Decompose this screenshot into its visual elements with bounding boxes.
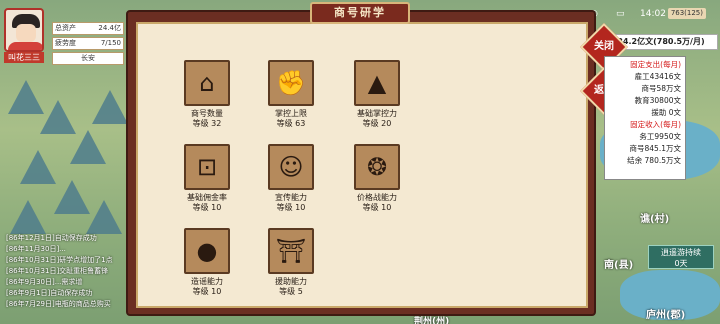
research-name: 掌控上限 <box>275 109 307 118</box>
gold-badge: 763(125) <box>667 8 706 19</box>
stat-assets: 总资产 24.4亿 <box>52 22 124 35</box>
log-line: [86年12月1日]自动保存成功 <box>6 234 97 242</box>
coins-icon: ❂ <box>354 144 400 190</box>
research-name: 援助能力 <box>275 277 307 286</box>
research-level: 等级 32 <box>192 119 222 128</box>
expense-line: 商号58万文 <box>641 84 681 93</box>
stat-value: 24.4亿 <box>98 24 121 32</box>
research-name: 宣传能力 <box>275 193 307 202</box>
research-item-shop-count[interactable]: ⌂ 商号数量 等级 32 <box>172 60 242 129</box>
research-item-promotion[interactable]: ☺ 宣传能力 等级 10 <box>256 144 326 213</box>
map-place[interactable]: 南(县) <box>604 256 633 271</box>
stat-location[interactable]: 长安 <box>52 52 124 65</box>
log-line: [86年11月30日]... <box>6 245 66 253</box>
mountain <box>8 80 44 114</box>
shadow-head-icon: ● <box>184 228 230 274</box>
player-name: 叫花三三 <box>4 52 44 63</box>
mountain <box>20 150 56 184</box>
expense-line: 援助 0文 <box>651 108 681 117</box>
income-line: 结余 780.5万文 <box>627 156 681 165</box>
research-level: 等级 10 <box>276 203 306 212</box>
research-name: 基础掌控力 <box>357 109 397 118</box>
travel-label: 逍遥游持续 <box>661 248 701 257</box>
research-level: 等级 20 <box>362 119 392 128</box>
messenger-icon: ☺ <box>268 144 314 190</box>
research-name: 商号数量 <box>191 109 223 118</box>
travel-status[interactable]: 逍遥游持续 0天 <box>648 245 714 269</box>
raised-fist-icon: ▲ <box>354 60 400 106</box>
log-line: [86年10月31日]交趾重柜鲁蓄锋 <box>6 267 109 275</box>
mountain <box>54 180 90 214</box>
research-name: 造谣能力 <box>191 277 223 286</box>
coin-icon: ⊡ <box>184 144 230 190</box>
research-item-rumor[interactable]: ● 造谣能力 等级 10 <box>172 228 242 297</box>
mountain <box>10 200 46 234</box>
expense-line: 教育30800文 <box>634 96 681 105</box>
income-line: 商号845.1万文 <box>629 144 681 153</box>
mountain <box>40 100 76 134</box>
research-level: 等级 10 <box>192 203 222 212</box>
research-item-base-control[interactable]: ▲ 基础掌控力 等级 20 <box>342 60 412 129</box>
message-log[interactable]: [86年12月1日]自动保存成功 [86年11月30日]... [86年10月3… <box>6 233 124 323</box>
mountain <box>92 90 128 124</box>
research-name: 基础佣金率 <box>187 193 227 202</box>
gate-icon: ⛩ <box>268 228 314 274</box>
research-item-price-war[interactable]: ❂ 价格战能力 等级 10 <box>342 144 412 213</box>
log-line: [86年9月30日]...需求增 <box>6 278 83 286</box>
panel-content: ⌂ 商号数量 等级 32 ✊ 掌控上限 等级 63 ▲ 基础掌控力 等级 20 … <box>136 22 588 308</box>
stat-label: 疲劳度 <box>55 39 76 47</box>
battery-icon: ▭ <box>616 9 625 19</box>
income-line: 务工9950文 <box>639 132 681 141</box>
clock-time: 14:02 <box>640 9 666 19</box>
research-level: 等级 10 <box>362 203 392 212</box>
research-panel: ⌂ 商号数量 等级 32 ✊ 掌控上限 等级 63 ▲ 基础掌控力 等级 20 … <box>126 10 596 316</box>
research-item-control-limit[interactable]: ✊ 掌控上限 等级 63 <box>256 60 326 129</box>
stat-fatigue: 疲劳度 7/150 <box>52 37 124 50</box>
avatar-body <box>8 42 42 50</box>
research-level: 等级 5 <box>279 287 303 296</box>
mountain <box>70 130 106 164</box>
stat-value: 7/150 <box>100 39 121 47</box>
location-label: 长安 <box>81 54 95 62</box>
income-title: 固定收入(每月) <box>630 120 681 129</box>
map-place[interactable]: 谯(村) <box>640 210 669 225</box>
mountain <box>86 200 122 234</box>
stat-label: 总资产 <box>55 24 76 32</box>
top-status: ◉ ▭ 14:02 763(125) <box>576 6 720 22</box>
travel-value: 0天 <box>674 259 688 268</box>
game-screen: 叫花三三 总资产 24.4亿 疲劳度 7/150 长安 [86年12月1日]自动… <box>0 0 720 324</box>
finance-panel: 固定支出(每月) 雇工43416文 商号58万文 教育30800文 援助 0文 … <box>604 56 686 180</box>
avatar[interactable] <box>4 8 44 52</box>
log-line: [86年9月1日]自动保存成功 <box>6 289 93 297</box>
research-level: 等级 10 <box>192 287 222 296</box>
research-item-commission[interactable]: ⊡ 基础佣金率 等级 10 <box>172 144 242 213</box>
shop-icon: ⌂ <box>184 60 230 106</box>
log-line: [86年7月29日]电瓶的商品总购买 <box>6 300 111 308</box>
research-level: 等级 63 <box>276 119 306 128</box>
research-item-aid[interactable]: ⛩ 援助能力 等级 5 <box>256 228 326 297</box>
panel-title: 商号研学 <box>310 2 410 24</box>
research-name: 价格战能力 <box>357 193 397 202</box>
expense-title: 固定支出(每月) <box>630 60 681 69</box>
map-place[interactable]: 庐州(郡) <box>646 306 685 321</box>
avatar-face <box>16 24 36 42</box>
expense-line: 雇工43416文 <box>634 72 681 81</box>
fist-icon: ✊ <box>268 60 314 106</box>
log-line: [86年10月31日]研学点增加了1点 <box>6 256 113 264</box>
